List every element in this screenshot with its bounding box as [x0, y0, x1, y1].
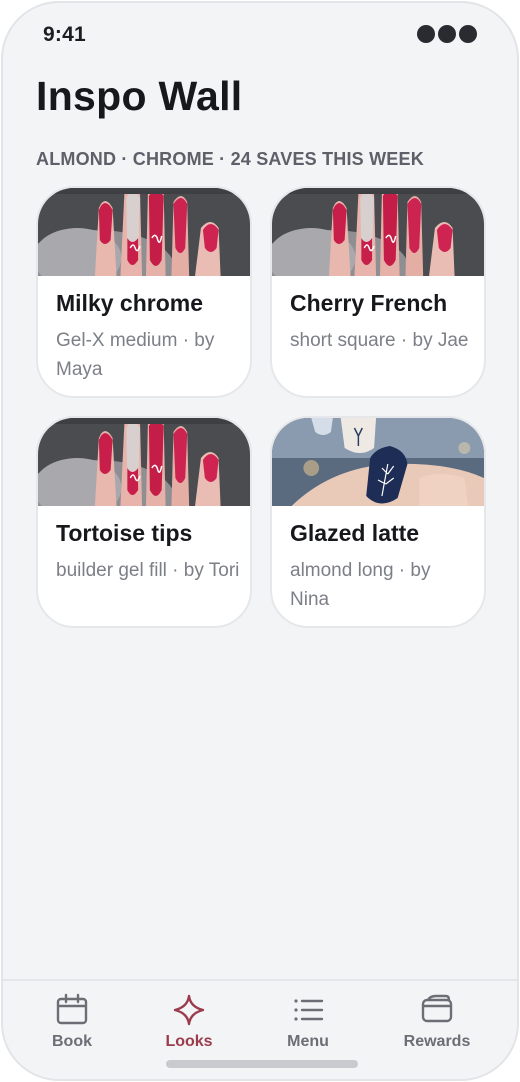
card-meta: almond long · by Nina — [290, 560, 431, 610]
status-indicators — [417, 25, 477, 43]
tab-book[interactable]: Book — [17, 981, 127, 1061]
card-title: Glazed latte — [290, 520, 420, 546]
status-dot-icon — [459, 25, 477, 43]
status-time: 9:41 — [43, 23, 86, 46]
wallet-icon — [420, 993, 454, 1027]
tab-label: Looks — [165, 1033, 213, 1050]
tab-label: Menu — [287, 1033, 329, 1050]
page-subtitle: ALMOND · CHROME · 24 SAVES THIS WEEK — [36, 149, 424, 169]
red-nails-photo — [38, 418, 250, 506]
look-card-milky-chrome[interactable]: Milky chrome Gel-X medium · by Maya — [36, 186, 252, 398]
tab-looks[interactable]: Looks — [134, 981, 244, 1061]
tab-rewards[interactable]: Rewards — [382, 981, 492, 1061]
sparkle-icon — [172, 993, 206, 1027]
home-indicator[interactable] — [166, 1060, 358, 1068]
list-icon — [291, 993, 325, 1027]
card-meta: Gel-X medium · by Maya — [56, 330, 215, 380]
card-title: Cherry French — [290, 290, 448, 316]
status-bar: 9:41 — [3, 3, 517, 63]
card-title: Milky chrome — [56, 290, 203, 316]
card-title: Tortoise tips — [56, 520, 193, 546]
status-dot-icon — [417, 25, 435, 43]
phone-screen: 9:41 Inspo Wall ALMOND · CHROME · 24 SAV… — [1, 1, 519, 1081]
calendar-icon — [55, 993, 89, 1027]
tab-label: Book — [52, 1033, 92, 1050]
tab-label: Rewards — [403, 1033, 471, 1050]
red-nails-photo — [38, 188, 250, 276]
look-card-glazed-latte[interactable]: Glazed latte almond long · by Nina — [270, 416, 486, 628]
page-title: Inspo Wall — [36, 73, 243, 119]
tab-menu[interactable]: Menu — [253, 981, 363, 1061]
look-card-cherry-french[interactable]: Cherry French short square · by Jae — [270, 186, 486, 398]
red-nails-photo — [272, 188, 484, 276]
blue-winter-nails-photo — [272, 418, 484, 506]
card-meta: builder gel fill · by Tori — [56, 560, 240, 581]
look-card-tortoise-tips[interactable]: Tortoise tips builder gel fill · by Tori — [36, 416, 252, 628]
card-meta: short square · by Jae — [290, 330, 469, 351]
status-dot-icon — [438, 25, 456, 43]
